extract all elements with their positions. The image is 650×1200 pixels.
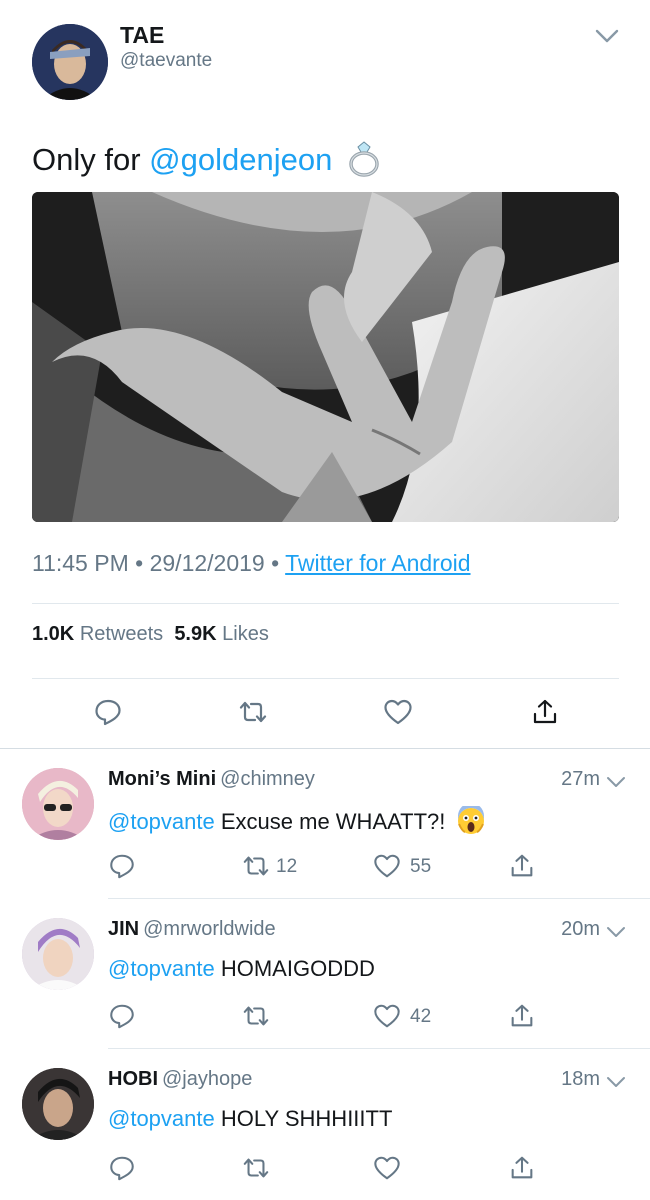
reply-time: 18m — [561, 1068, 600, 1090]
mention-link[interactable]: @topvante — [108, 809, 215, 834]
display-name[interactable]: Moni’s Mini — [108, 768, 216, 790]
like-icon[interactable] — [373, 1002, 401, 1030]
chevron-down-icon[interactable] — [606, 1074, 626, 1090]
mention-link[interactable]: @topvante — [108, 1106, 215, 1131]
ring-icon — [349, 141, 379, 177]
likes-label[interactable]: Likes — [222, 623, 269, 645]
reply-text-content: Excuse me WHAATT?! — [220, 809, 446, 834]
chevron-down-icon[interactable] — [606, 924, 626, 940]
reply-icon[interactable] — [108, 1002, 136, 1030]
reply-tweet[interactable]: Moni’s Mini @chimney 27m @topvante Excuse… — [0, 750, 650, 900]
reply-header: Moni’s Mini @chimney — [108, 768, 315, 791]
avatar[interactable] — [32, 24, 108, 100]
reply-text-content: HOLY SHHHIIITT — [220, 1106, 393, 1131]
screaming-face-icon — [457, 806, 484, 834]
reply-header: JIN @mrworldwide — [108, 918, 276, 941]
section-divider — [0, 748, 650, 749]
like-count: 55 — [410, 856, 432, 877]
user-handle[interactable]: @jayhope — [162, 1068, 252, 1090]
chevron-down-icon[interactable] — [606, 774, 626, 790]
retweet-icon[interactable] — [242, 1002, 270, 1030]
tweet-text: Only for @goldenjeon — [32, 140, 383, 178]
source-link[interactable]: Twitter for Android — [285, 550, 470, 576]
reply-tweet[interactable]: HOBI @jayhope 18m @topvante HOLY SHHHIIIT… — [0, 1050, 650, 1200]
display-name[interactable]: TAE — [120, 22, 164, 49]
retweet-icon[interactable] — [242, 852, 270, 880]
like-icon[interactable] — [373, 1154, 401, 1182]
reply-time: 20m — [561, 918, 600, 940]
reply-text: @topvante HOLY SHHHIIITT — [108, 1106, 392, 1132]
retweet-icon[interactable] — [242, 1154, 270, 1182]
display-name[interactable]: JIN — [108, 918, 139, 940]
user-handle[interactable]: @chimney — [220, 768, 315, 790]
chevron-down-icon[interactable] — [594, 26, 620, 46]
divider — [32, 678, 619, 679]
user-handle[interactable]: @taevante — [120, 50, 212, 72]
avatar[interactable] — [22, 918, 94, 990]
likes-count[interactable]: 5.9K — [174, 623, 216, 645]
reply-text-content: HOMAIGODDD — [220, 956, 375, 981]
retweets-count[interactable]: 1.0K — [32, 623, 74, 645]
avatar-photo — [22, 1068, 94, 1140]
reply-header: HOBI @jayhope — [108, 1068, 252, 1091]
avatar[interactable] — [22, 1068, 94, 1140]
share-icon[interactable] — [508, 1154, 536, 1182]
share-icon[interactable] — [530, 697, 560, 727]
retweet-count: 12 — [276, 856, 298, 877]
retweet-icon[interactable] — [238, 697, 268, 727]
retweets-label[interactable]: Retweets — [80, 623, 163, 645]
reply-time: 27m — [561, 768, 600, 790]
reply-text: @topvante HOMAIGODDD — [108, 956, 375, 982]
display-name[interactable]: HOBI — [108, 1068, 158, 1090]
meta-separator: • — [271, 550, 280, 576]
avatar[interactable] — [22, 768, 94, 840]
mention-link[interactable]: @goldenjeon — [149, 142, 332, 177]
meta-separator: • — [135, 550, 144, 576]
avatar-photo — [22, 768, 94, 840]
reply-tweet[interactable]: JIN @mrworldwide 20m @topvante HOMAIGODDD… — [0, 900, 650, 1050]
tweet-meta: 11:45 PM • 29/12/2019 • Twitter for Andr… — [32, 550, 471, 577]
reply-icon[interactable] — [108, 1154, 136, 1182]
divider — [108, 1048, 650, 1049]
like-icon[interactable] — [373, 852, 401, 880]
reply-icon[interactable] — [93, 697, 123, 727]
tweet-date: 29/12/2019 — [149, 550, 265, 576]
share-icon[interactable] — [508, 1002, 536, 1030]
main-tweet: TAE @taevante Only for @goldenjeon 11:45… — [0, 0, 650, 748]
user-handle[interactable]: @mrworldwide — [143, 918, 276, 940]
like-icon[interactable] — [383, 697, 413, 727]
avatar-photo — [32, 24, 108, 100]
reply-text: @topvante Excuse me WHAATT?! — [108, 806, 486, 836]
tweet-text-prefix: Only for — [32, 142, 150, 177]
mention-link[interactable]: @topvante — [108, 956, 215, 981]
avatar-photo — [22, 918, 94, 990]
like-count: 42 — [410, 1006, 432, 1027]
tweet-time: 11:45 PM — [32, 550, 129, 576]
tweet-photo[interactable] — [32, 192, 619, 522]
reply-icon[interactable] — [108, 852, 136, 880]
divider — [32, 603, 619, 604]
divider — [108, 898, 650, 899]
share-icon[interactable] — [508, 852, 536, 880]
hand-neck-photo — [32, 192, 619, 522]
tweet-stats: 1.0K Retweets 5.9K Likes — [32, 623, 269, 646]
